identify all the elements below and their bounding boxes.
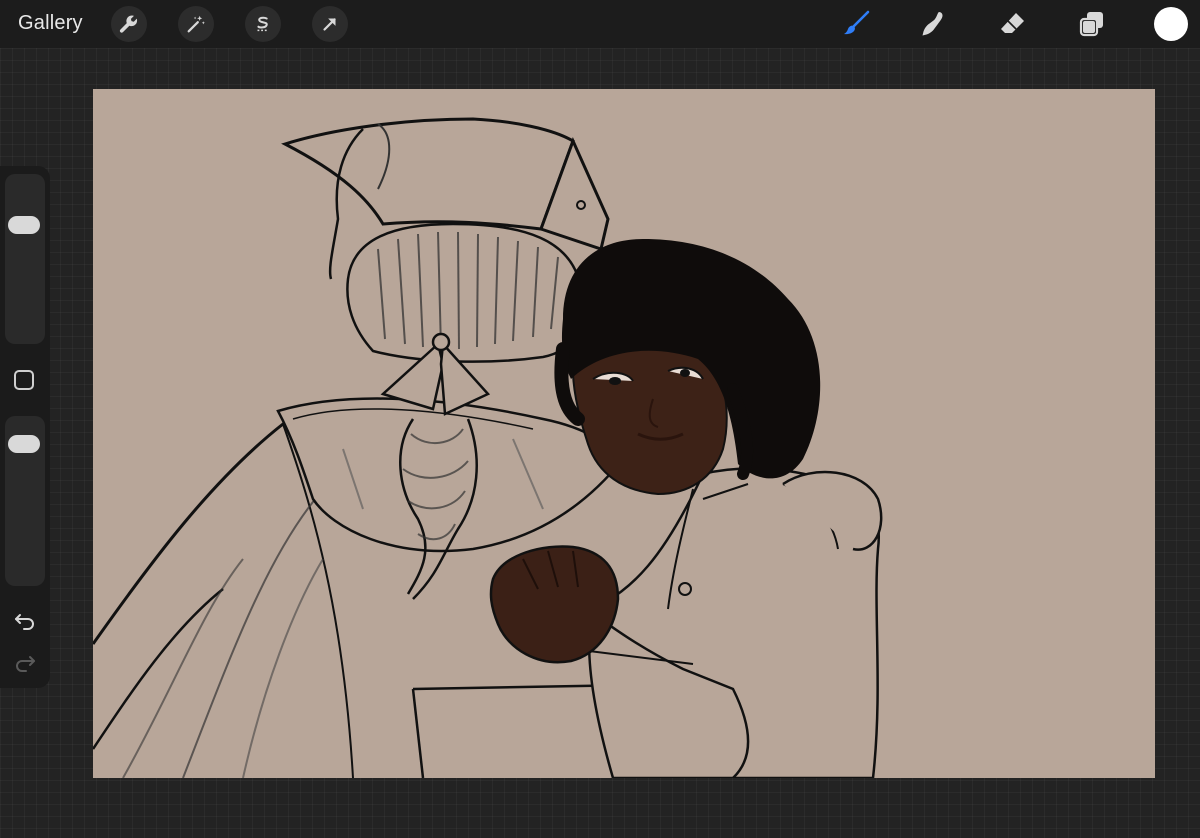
selection-s-icon[interactable] bbox=[245, 6, 281, 42]
wrench-icon[interactable] bbox=[111, 6, 147, 42]
undo-icon[interactable] bbox=[12, 608, 38, 634]
modify-button[interactable] bbox=[14, 370, 34, 390]
left-sidebar bbox=[0, 166, 50, 688]
opacity-slider-knob[interactable] bbox=[8, 434, 40, 453]
arrow-cursor-icon[interactable] bbox=[312, 6, 348, 42]
eraser-icon[interactable] bbox=[995, 6, 1031, 42]
redo-icon[interactable] bbox=[12, 650, 38, 676]
magic-wand-icon[interactable] bbox=[178, 6, 214, 42]
brush-size-slider[interactable] bbox=[5, 174, 45, 344]
layers-icon[interactable] bbox=[1074, 6, 1110, 42]
artwork bbox=[93, 117, 883, 778]
brush-icon[interactable] bbox=[838, 6, 874, 42]
smudge-finger-icon[interactable] bbox=[915, 6, 951, 42]
brush-size-slider-knob[interactable] bbox=[8, 216, 40, 235]
color-swatch[interactable] bbox=[1154, 7, 1188, 41]
top-toolbar: Gallery bbox=[0, 0, 1200, 48]
drawing-canvas[interactable] bbox=[93, 89, 1155, 778]
gallery-button[interactable]: Gallery bbox=[18, 12, 83, 35]
